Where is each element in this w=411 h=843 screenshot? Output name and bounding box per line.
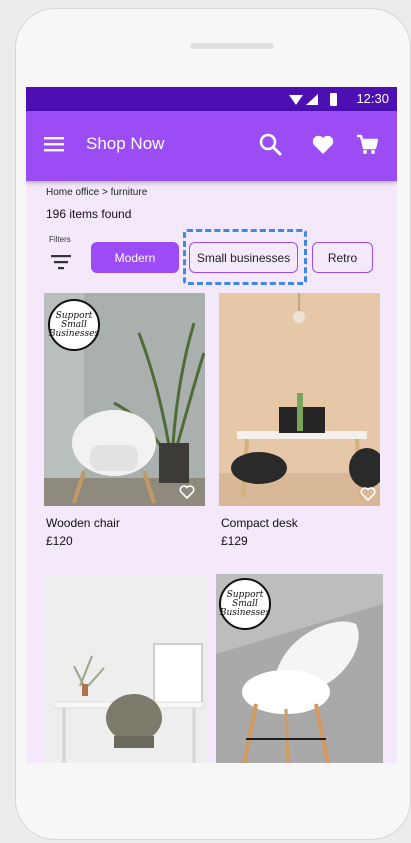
app-title: Shop Now — [86, 134, 165, 153]
compact-desk-photo — [219, 293, 380, 506]
product-name[interactable]: Compact desk — [221, 516, 378, 530]
product-name[interactable]: Wooden chair — [46, 516, 203, 530]
highlight-box — [183, 229, 307, 285]
product-card[interactable] — [44, 576, 207, 763]
support-small-businesses-badge: Support Small Businesses — [48, 299, 100, 351]
product-price: £129 — [221, 534, 248, 548]
product-card[interactable]: Support Small Businesses Wooden chair £1… — [44, 293, 205, 548]
product-card[interactable]: Compact desk £129 — [219, 293, 380, 548]
status-bar: 12:30 — [26, 87, 397, 111]
heart-icon[interactable] — [310, 132, 336, 158]
product-image-compact-desk[interactable] — [219, 293, 380, 506]
product-card[interactable]: Support Small Businesses — [216, 574, 383, 763]
app-screen: 12:30 Shop Now Home office > furniture 1… — [26, 87, 397, 763]
filter-icon[interactable] — [51, 254, 71, 270]
status-time: 12:30 — [356, 91, 389, 106]
product-image-wooden-chair[interactable]: Support Small Businesses — [44, 293, 205, 506]
badge-line: Businesses — [48, 328, 100, 339]
status-icons — [289, 93, 337, 106]
filter-chip-retro[interactable]: Retro — [312, 242, 373, 273]
battery-icon — [330, 93, 337, 106]
breadcrumb[interactable]: Home office > furniture — [46, 187, 147, 198]
items-found-count: 196 items found — [46, 207, 132, 221]
menu-icon[interactable] — [44, 136, 64, 152]
app-bar: Shop Now — [26, 111, 397, 181]
phone-speaker — [190, 43, 274, 49]
search-icon[interactable] — [258, 132, 284, 158]
filter-chip-modern[interactable]: Modern — [91, 242, 179, 273]
desk-chair-photo — [44, 576, 207, 763]
cart-icon[interactable] — [354, 132, 380, 158]
favorite-heart-icon[interactable] — [179, 485, 195, 499]
favorite-heart-icon[interactable] — [360, 487, 376, 501]
badge-line: Businesses — [219, 607, 271, 618]
support-small-businesses-badge: Support Small Businesses — [219, 578, 271, 630]
wifi-icon — [289, 95, 303, 105]
signal-icon — [306, 94, 318, 105]
product-image-desk-chair[interactable] — [44, 576, 207, 763]
product-image-white-chair[interactable]: Support Small Businesses — [216, 574, 383, 763]
filters-label: Filters — [49, 235, 71, 244]
product-price: £120 — [46, 534, 73, 548]
